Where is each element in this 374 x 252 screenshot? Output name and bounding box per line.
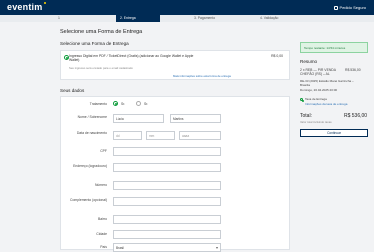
summary-item-price: R$ 536,00 bbox=[345, 68, 361, 72]
complement-label: Complemento (opcional) bbox=[70, 198, 107, 202]
salutation-sra-label: Sr. bbox=[144, 102, 149, 106]
salutation-sr-label: Sr. bbox=[121, 102, 126, 106]
name-label: Nome / Sobrenome bbox=[77, 115, 107, 119]
city-label: Cidade bbox=[96, 232, 107, 236]
delivery-option-card[interactable]: Ingresso Digital em PDF / TicketDirect (… bbox=[60, 50, 290, 80]
number-label: Número bbox=[94, 183, 107, 187]
summary-title: Resumo bbox=[300, 59, 318, 64]
logo-dot-icon bbox=[44, 2, 46, 4]
timer-alert-text: Tempo restante: 14:54 minutos bbox=[304, 46, 346, 50]
cpf-label: CPF bbox=[100, 149, 107, 153]
step-1: 1 bbox=[58, 16, 60, 20]
fee-bullet-icon bbox=[300, 98, 304, 102]
cpf-field[interactable] bbox=[113, 147, 221, 156]
lock-icon bbox=[333, 5, 338, 10]
address-field[interactable] bbox=[113, 163, 221, 172]
timer-alert: Tempo restante: 14:54 minutos bbox=[300, 42, 368, 53]
delivery-option-text: Ingresso Digital em PDF / TicketDirect (… bbox=[69, 54, 194, 63]
country-select[interactable]: Brasil bbox=[113, 243, 221, 252]
page-title: Selecione uma Forma de Entrega bbox=[60, 29, 143, 35]
delivery-option-note: Seu ingresso será enviado para o email c… bbox=[69, 66, 133, 70]
total-label: Total: bbox=[300, 113, 312, 119]
birth-month-field[interactable]: mm bbox=[146, 131, 175, 140]
salutation-sr-radio[interactable] bbox=[113, 101, 118, 106]
delivery-option-price: R$ 0,00 bbox=[271, 54, 283, 58]
fee-info-link[interactable]: Informações da taxa de entrega bbox=[305, 102, 347, 106]
personal-data-title: Seus dados bbox=[60, 88, 85, 93]
personal-data-form: Tratamento Sr. Sr. Nome / Sobrenome Lúci… bbox=[60, 96, 290, 252]
district-label: Bairro bbox=[97, 217, 107, 221]
last-name-field[interactable]: Martins bbox=[170, 114, 221, 123]
city-field[interactable] bbox=[113, 230, 221, 239]
salutation-label: Tratamento bbox=[89, 102, 107, 106]
eventim-logo[interactable]: eventim bbox=[7, 2, 42, 12]
summary-venue: RE-33 (2025) Estádio Mané Garrincha – Br… bbox=[300, 79, 354, 88]
secure-order-label: Pedido Seguro bbox=[339, 5, 366, 10]
birth-label: Data de nascimento bbox=[76, 131, 107, 135]
number-field[interactable] bbox=[113, 181, 221, 190]
fee-label: Taxa de Entrega bbox=[305, 97, 327, 101]
top-header: eventim Pedido Seguro bbox=[0, 0, 374, 15]
complement-field[interactable] bbox=[113, 197, 221, 206]
first-name-field[interactable]: Lúcia bbox=[113, 114, 164, 123]
step-validation: 4. Validação bbox=[260, 16, 279, 20]
step-payment: 3. Pagamento bbox=[194, 16, 216, 20]
delivery-subtitle: Selecione uma Forma de Entrega bbox=[60, 41, 129, 46]
country-label: País bbox=[100, 245, 107, 249]
continue-button[interactable]: Continuar bbox=[300, 129, 368, 137]
summary-date: Domingo, 20.04.2025 20:00 bbox=[300, 88, 338, 92]
total-note: Valor total incluindo taxas bbox=[300, 120, 332, 124]
secure-order-indicator: Pedido Seguro bbox=[333, 5, 366, 10]
birth-day-field[interactable]: dd bbox=[113, 131, 142, 140]
district-field[interactable] bbox=[113, 215, 221, 224]
delivery-info-link[interactable]: Mais informações sobre esta forma de ent… bbox=[173, 74, 231, 78]
checkout-steps: 1 2. Entrega 3. Pagamento 4. Validação bbox=[0, 15, 374, 22]
address-label: Endereço (logradouro) bbox=[73, 164, 107, 168]
salutation-sra-radio[interactable] bbox=[136, 101, 141, 106]
birth-year-field[interactable]: aaaa bbox=[179, 131, 221, 140]
summary-item-line: 2 x REB — PIR VENDA CHEFÃO (RS) – AL bbox=[300, 68, 336, 77]
total-value: R$ 536,00 bbox=[344, 113, 368, 119]
step-delivery: 2. Entrega bbox=[116, 15, 160, 22]
